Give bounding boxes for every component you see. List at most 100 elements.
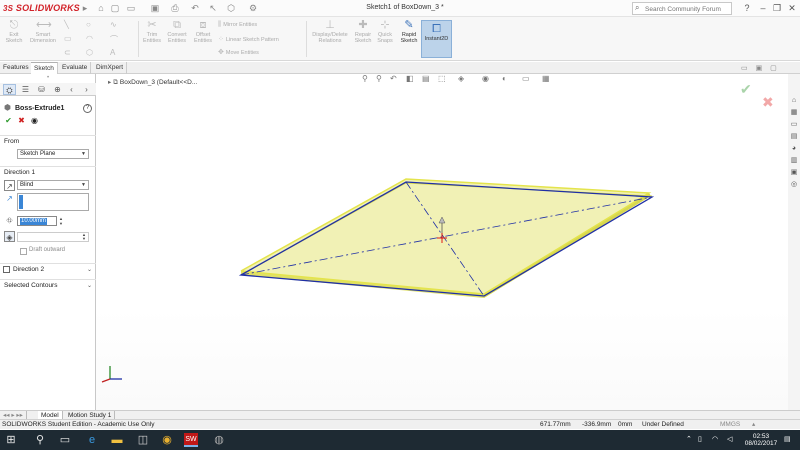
selected-contours-header[interactable]: Selected Contours ⌄ bbox=[0, 279, 96, 291]
volume-icon[interactable]: ◁ bbox=[727, 435, 732, 443]
save-icon[interactable]: ▣ bbox=[150, 3, 160, 13]
appearances-icon[interactable]: ◕ bbox=[789, 144, 799, 154]
new-document-icon[interactable]: ▢ bbox=[110, 3, 120, 13]
viewport-maximize-icon[interactable]: ▢ bbox=[770, 65, 777, 72]
draft-onoff-icon[interactable]: ◈ bbox=[4, 231, 15, 242]
rebuild-icon[interactable]: ⬡ bbox=[226, 3, 236, 13]
restore-button[interactable]: ❐ bbox=[770, 2, 784, 14]
solidworks-logo[interactable]: 3S SOLIDWORKS bbox=[3, 3, 80, 13]
linear-pattern-label: Linear Sketch Pattern bbox=[225, 37, 279, 43]
options-gear-icon[interactable]: ⚙ bbox=[248, 3, 258, 13]
convert-entities-button[interactable]: ⧉ Convert Entities bbox=[164, 19, 190, 44]
tray-chevron-icon[interactable]: ⌃ bbox=[686, 435, 692, 443]
search-box[interactable]: ⌕ bbox=[632, 2, 732, 15]
end-condition-dropdown[interactable]: Blind ▼ bbox=[17, 180, 89, 190]
reverse-direction-icon[interactable]: ↗ bbox=[4, 180, 15, 191]
close-button[interactable]: ✕ bbox=[785, 2, 799, 14]
store-icon[interactable]: ◫ bbox=[136, 433, 150, 447]
task-view-icon[interactable]: ▭ bbox=[58, 433, 72, 447]
preview-eye-icon[interactable]: ◉ bbox=[30, 116, 39, 126]
fillet-icon[interactable]: ⌒ bbox=[110, 34, 118, 45]
panel-next-icon[interactable]: › bbox=[80, 84, 93, 95]
from-section-header[interactable]: From bbox=[0, 135, 96, 147]
tab-evaluate[interactable]: Evaluate bbox=[59, 62, 92, 74]
exit-sketch-button[interactable]: ⎋ Exit Sketch bbox=[3, 19, 25, 44]
viewport-minimize-icon[interactable]: ▭ bbox=[741, 65, 748, 72]
direction2-checkbox[interactable] bbox=[3, 266, 10, 273]
offset-entities-button[interactable]: ⧈ Offset Entities bbox=[192, 19, 214, 44]
open-folder-icon[interactable]: ▭ bbox=[126, 3, 136, 13]
slot-icon[interactable]: ⊂ bbox=[64, 48, 71, 57]
panel-prev-icon[interactable]: ‹ bbox=[65, 84, 78, 95]
direction1-section-header[interactable]: Direction 1 bbox=[0, 166, 96, 178]
graphics-area[interactable]: ▸ ⧉ BoxDown_3 (Default<<D... ⚲ ⚲ ↶ ◧ ▤ ⬚ ◈… bbox=[96, 65, 788, 410]
trim-entities-button[interactable]: ✂ Trim Entities bbox=[142, 19, 162, 44]
polygon-icon[interactable]: ⬡ bbox=[86, 48, 93, 57]
draft-outward-checkbox[interactable] bbox=[20, 248, 27, 255]
line-icon[interactable]: ╲ bbox=[64, 20, 69, 29]
smart-dimension-button[interactable]: ⟷ Smart Dimension bbox=[28, 19, 58, 44]
config-manager-tab-icon[interactable]: ⛁ bbox=[35, 84, 48, 95]
search-input[interactable] bbox=[645, 4, 731, 14]
resources-home-icon[interactable]: ⌂ bbox=[789, 96, 799, 106]
instant2d-button[interactable]: ⧠ Instant2D bbox=[421, 20, 452, 58]
forum-icon[interactable]: ▣ bbox=[789, 168, 799, 178]
undo-icon[interactable]: ↶ bbox=[190, 3, 200, 13]
search-icon[interactable]: ⚲ bbox=[33, 433, 47, 447]
rectangle-icon[interactable]: ▭ bbox=[64, 34, 72, 43]
panel-grip[interactable]: • bbox=[0, 74, 96, 82]
units-selector[interactable]: MMGS bbox=[720, 420, 740, 430]
property-manager-tab-icon[interactable]: ☰ bbox=[19, 84, 32, 95]
feature-tree-tab-icon[interactable]: ⛭ bbox=[3, 84, 16, 95]
text-icon[interactable]: A bbox=[110, 48, 115, 57]
ok-button[interactable]: ✔ bbox=[4, 116, 13, 126]
arc-icon[interactable]: ◠ bbox=[86, 34, 93, 43]
home-icon[interactable]: ⌂ bbox=[96, 3, 106, 13]
edge-browser-icon[interactable]: e bbox=[85, 433, 99, 447]
tab-sketch[interactable]: Sketch bbox=[31, 62, 58, 74]
solidworks-taskbar-icon[interactable]: SW bbox=[184, 433, 198, 447]
depth-spinner[interactable]: ▲ ▼ bbox=[58, 216, 64, 226]
clock[interactable]: 02:53 08/02/2017 bbox=[744, 433, 778, 447]
spline-icon[interactable]: ∿ bbox=[110, 20, 117, 29]
status-menu-icon[interactable]: ▴ bbox=[752, 420, 755, 430]
file-explorer-icon[interactable]: ▭ bbox=[789, 120, 799, 130]
cancel-button[interactable]: ✖ bbox=[17, 116, 26, 126]
app-icon[interactable]: ◍ bbox=[212, 433, 226, 447]
direction-selection-box[interactable] bbox=[17, 193, 89, 211]
solidworks-resources-icon[interactable]: ◎ bbox=[789, 180, 799, 190]
play-icon[interactable]: ▸ bbox=[80, 3, 90, 13]
design-library-icon[interactable]: ▦ bbox=[789, 108, 799, 118]
quick-snaps-button[interactable]: ⊹ Quick Snaps bbox=[376, 19, 394, 44]
viewport-tile-icon[interactable]: ▣ bbox=[756, 65, 763, 72]
depth-input[interactable]: 10.00mm bbox=[17, 216, 57, 226]
confirm-check-icon[interactable]: ✔ bbox=[740, 81, 752, 98]
mirror-entities-item[interactable]: ⫼ Mirror Entities bbox=[218, 21, 257, 29]
circle-icon[interactable]: ○ bbox=[86, 20, 91, 29]
minimize-button[interactable]: – bbox=[756, 2, 770, 14]
direction2-section-header[interactable]: Direction 2 ⌄ bbox=[0, 263, 96, 275]
draft-angle-input[interactable]: ▲ ▼ bbox=[17, 232, 89, 242]
display-delete-relations-button[interactable]: ⊥ Display/Delete Relations bbox=[310, 19, 350, 44]
tab-dimxpert[interactable]: DimXpert bbox=[93, 62, 128, 74]
view-palette-icon[interactable]: ▤ bbox=[789, 132, 799, 142]
notifications-icon[interactable]: ▤ bbox=[784, 435, 791, 443]
linear-pattern-item[interactable]: ⁘ Linear Sketch Pattern bbox=[218, 35, 279, 43]
help-question-icon[interactable]: ? bbox=[740, 2, 754, 14]
rapid-sketch-button[interactable]: ✎ Rapid Sketch bbox=[398, 19, 420, 44]
repair-sketch-button[interactable]: ✚ Repair Sketch bbox=[352, 19, 374, 44]
wifi-icon[interactable]: ◠ bbox=[712, 435, 718, 443]
help-icon[interactable]: ? bbox=[83, 104, 92, 113]
custom-properties-icon[interactable]: ▥ bbox=[789, 156, 799, 166]
select-pointer-icon[interactable]: ↖ bbox=[208, 3, 218, 13]
tab-features[interactable]: Features bbox=[0, 62, 33, 74]
chrome-icon[interactable]: ◉ bbox=[160, 433, 174, 447]
dimxpert-tab-icon[interactable]: ⊕ bbox=[51, 84, 64, 95]
from-dropdown[interactable]: Sketch Plane ▼ bbox=[17, 149, 89, 159]
move-entities-item[interactable]: ✥ Move Entities bbox=[218, 48, 259, 56]
confirm-cancel-icon[interactable]: ✖ bbox=[762, 94, 774, 111]
windows-start-icon[interactable]: ⊞ bbox=[4, 433, 18, 447]
file-explorer-icon[interactable]: ▬ bbox=[110, 433, 124, 447]
print-icon[interactable]: ⎙ bbox=[170, 3, 180, 13]
network-icon[interactable]: ▯ bbox=[698, 435, 702, 443]
